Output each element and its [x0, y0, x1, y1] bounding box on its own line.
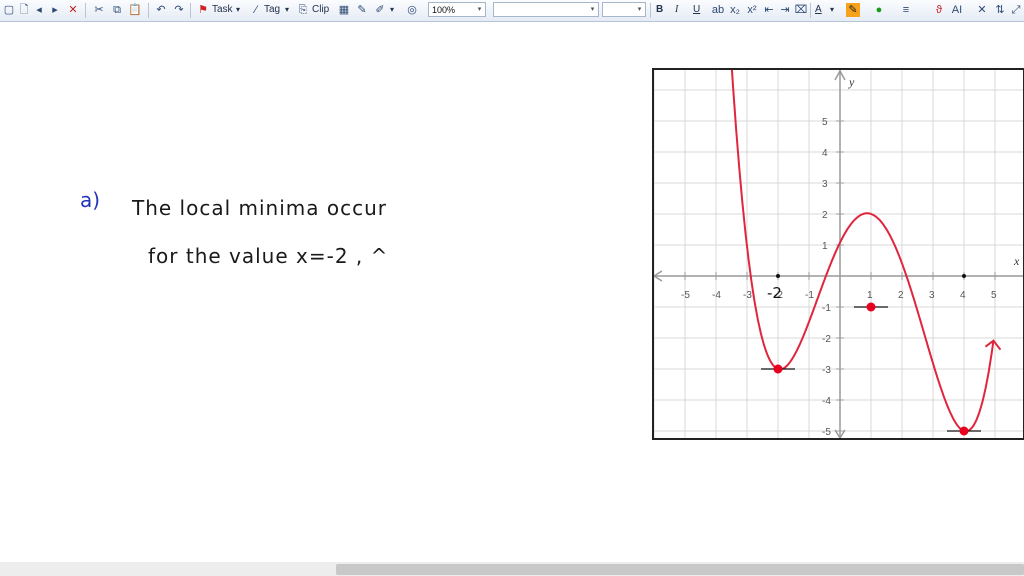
resize-icon[interactable]: ⤢ [1009, 3, 1023, 17]
zoom-value: 100% [432, 5, 456, 15]
image-icon[interactable]: ✎ [355, 3, 369, 17]
y-tick-label: -5 [822, 427, 831, 438]
axis-dot [776, 274, 780, 278]
graph-points [761, 274, 1002, 436]
graph-tick-labels: -5 -4 -3 -2 -1 1 2 3 4 5 5 4 3 2 1 -1 -2 -3 -4 -5 [681, 117, 997, 438]
redo-icon[interactable]: ↷ [172, 3, 186, 17]
chevron-down-icon[interactable]: ▾ [390, 2, 394, 18]
extremum-point [773, 364, 783, 374]
new-page-icon[interactable]: ▢ [2, 3, 16, 17]
chevron-down-icon[interactable]: ▾ [475, 3, 484, 16]
y-tick-label: -4 [822, 396, 831, 407]
y-tick-label: 3 [822, 179, 828, 190]
clip-icon[interactable]: ⎘ [296, 3, 310, 17]
chevron-down-icon[interactable]: ▾ [236, 2, 240, 18]
clip-button[interactable]: Clip [312, 2, 329, 18]
size-select[interactable]: ▾ [602, 2, 646, 17]
close-icon[interactable]: ✕ [975, 3, 989, 17]
record-icon[interactable]: ◎ [405, 3, 419, 17]
font-color-button[interactable]: A [815, 2, 822, 18]
handwritten-minus-two: -2 [767, 284, 782, 302]
tag-button[interactable]: Tag [264, 2, 280, 18]
paste-icon[interactable]: 📋 [128, 3, 142, 17]
part-label: a) [80, 188, 101, 212]
function-graph: -5 -4 -3 -2 -1 1 2 3 4 5 5 4 3 2 1 -1 -2 -3 -4 -5 x y -2 [652, 68, 1024, 440]
swap-icon[interactable]: ⇅ [993, 3, 1007, 17]
chevron-down-icon[interactable]: ▾ [285, 2, 289, 18]
fill-color-icon[interactable]: ● [872, 3, 886, 17]
graph-axes [652, 68, 1024, 440]
x-tick-label: -3 [743, 290, 752, 301]
extremum-point [959, 426, 969, 436]
chevron-down-icon[interactable]: ▾ [588, 3, 597, 16]
table-icon[interactable]: ▦ [337, 3, 351, 17]
note-canvas[interactable]: a) The local minima occur for the value … [0, 22, 1024, 562]
brush-icon[interactable]: ✐ [373, 3, 387, 17]
indent-increase-icon[interactable]: ⇥ [778, 3, 792, 17]
x-tick-label: 2 [898, 290, 904, 301]
x-tick-label: -4 [712, 290, 721, 301]
chevron-down-icon[interactable]: ▾ [830, 2, 834, 18]
cut-icon[interactable]: ✂ [92, 3, 106, 17]
y-tick-label: -2 [822, 334, 831, 345]
subscript-icon[interactable]: x₂ [728, 3, 742, 17]
x-tick-label: 3 [929, 290, 935, 301]
x-tick-label: 1 [867, 290, 873, 301]
x-tick-label: 5 [991, 290, 997, 301]
y-tick-label: -3 [822, 365, 831, 376]
x-axis-label: x [1013, 254, 1020, 268]
line-style-icon[interactable]: ≡ [899, 3, 913, 17]
y-tick-label: 2 [822, 210, 828, 221]
bold-button[interactable]: B [656, 2, 663, 18]
function-curve [730, 68, 995, 433]
y-tick-label: -1 [822, 303, 831, 314]
y-tick-label: 1 [822, 241, 828, 252]
x-tick-label: -5 [681, 290, 690, 301]
clear-format-icon[interactable]: ⌧ [794, 3, 808, 17]
text-size-icon[interactable]: AI [950, 3, 964, 17]
italic-button[interactable]: I [675, 2, 678, 18]
note-line-2: for the value x=-2 , ^ [148, 244, 389, 268]
flag-icon[interactable]: ⚑ [196, 3, 210, 17]
graph-grid [652, 68, 1024, 440]
extremum-point [866, 302, 876, 312]
indent-decrease-icon[interactable]: ⇤ [762, 3, 776, 17]
x-tick-label: -1 [805, 290, 814, 301]
page-icon[interactable]: 🗋 [17, 3, 31, 17]
note-line-1: The local minima occur [132, 196, 388, 220]
copy-icon[interactable]: ⧉ [110, 3, 124, 17]
strikethrough-icon[interactable]: ab [711, 3, 725, 17]
x-tick-label: 4 [960, 290, 966, 301]
pen-icon[interactable]: ∕ [249, 3, 263, 17]
undo-icon[interactable]: ↶ [154, 3, 168, 17]
chevron-down-icon[interactable]: ▾ [635, 3, 644, 16]
underline-button[interactable]: U [693, 2, 700, 18]
horizontal-scrollbar[interactable] [0, 562, 1024, 576]
axis-dot [962, 274, 966, 278]
superscript-icon[interactable]: x² [745, 3, 759, 17]
back-icon[interactable]: ◂ [32, 3, 46, 17]
zoom-select[interactable]: 100% ▾ [428, 2, 486, 17]
y-axis-label: y [848, 75, 855, 89]
y-tick-label: 5 [822, 117, 828, 128]
toolbar: ▢ 🗋 ◂ ▸ ✕ ✂ ⧉ 📋 ↶ ↷ ⚑ Task ▾ ∕ Tag ▾ ⎘ C… [0, 0, 1024, 22]
scrollbar-thumb[interactable] [336, 564, 1024, 575]
forward-icon[interactable]: ▸ [48, 3, 62, 17]
lasso-icon[interactable]: ϑ [932, 3, 946, 17]
task-button[interactable]: Task [212, 2, 233, 18]
highlight-icon[interactable]: ✎ [846, 3, 860, 17]
font-select[interactable]: ▾ [493, 2, 599, 17]
delete-icon[interactable]: ✕ [66, 3, 80, 17]
y-tick-label: 4 [822, 148, 828, 159]
